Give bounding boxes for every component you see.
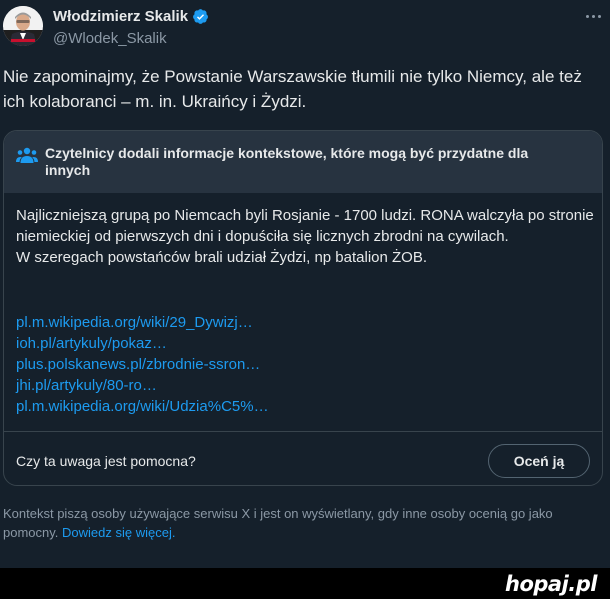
community-note-text: Najliczniejszą grupą po Niemcach byli Ro… xyxy=(16,207,594,245)
learn-more-link[interactable]: Dowiedz się więcej. xyxy=(62,525,175,540)
community-note-body: Najliczniejszą grupą po Niemcach byli Ro… xyxy=(16,205,594,268)
author-name-row: Włodzimierz Skalik xyxy=(53,8,209,25)
avatar-image xyxy=(3,6,43,46)
divider xyxy=(4,431,602,432)
source-link[interactable]: pl.m.wikipedia.org/wiki/29_Dywizj… xyxy=(16,312,594,333)
source-link[interactable]: jhi.pl/artykuly/80-ro… xyxy=(16,375,594,396)
author-display-name[interactable]: Włodzimierz Skalik xyxy=(53,8,188,25)
source-link[interactable]: ioh.pl/artykuly/pokaz… xyxy=(16,333,594,354)
community-note-card: Czytelnicy dodali informacje kontekstowe… xyxy=(3,130,603,486)
more-options-icon[interactable] xyxy=(583,9,603,23)
community-note-title: Czytelnicy dodali informacje kontekstowe… xyxy=(45,145,529,178)
community-note-text: W szeregach powstańców brali udział Żydz… xyxy=(16,249,428,266)
author-handle[interactable]: @Wlodek_Skalik xyxy=(53,30,167,47)
community-note-footer: Kontekst piszą osoby używające serwisu X… xyxy=(3,504,603,542)
tweet-container: Włodzimierz Skalik @Wlodek_Skalik Nie za… xyxy=(0,0,610,568)
rate-it-button[interactable]: Oceń ją xyxy=(488,444,590,478)
source-link[interactable]: pl.m.wikipedia.org/wiki/Udzia%C5%… xyxy=(16,396,594,417)
watermark-bar: hopaj.pl xyxy=(0,568,610,599)
avatar[interactable] xyxy=(3,6,43,46)
verified-badge-icon xyxy=(193,9,208,24)
helpful-question: Czy ta uwaga jest pomocna? xyxy=(16,453,196,469)
community-note-sources: pl.m.wikipedia.org/wiki/29_Dywizj… ioh.p… xyxy=(16,312,594,417)
source-link[interactable]: plus.polskanews.pl/zbrodnie-ssron… xyxy=(16,354,594,375)
people-icon xyxy=(16,147,38,163)
tweet-text: Nie zapominajmy, że Powstanie Warszawski… xyxy=(3,67,582,111)
watermark: hopaj.pl xyxy=(505,572,598,596)
community-note-header: Czytelnicy dodali informacje kontekstowe… xyxy=(4,131,602,193)
